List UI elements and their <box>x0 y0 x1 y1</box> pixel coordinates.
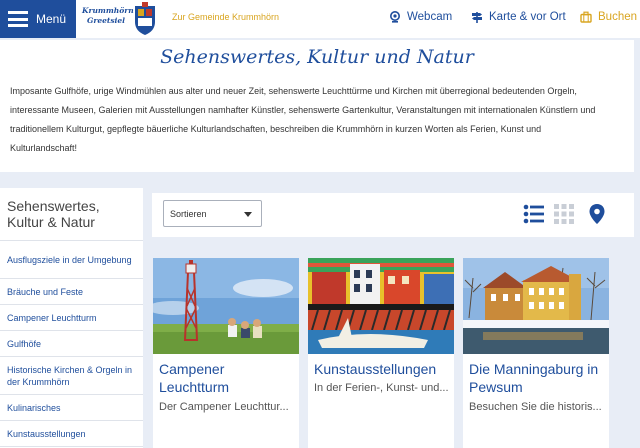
sidebar-item-kirchen-orgeln[interactable]: Historische Kirchen & Orgeln in der Krum… <box>0 357 143 395</box>
intro-section: Sehenswertes, Kultur und Natur Imposante… <box>0 40 634 172</box>
sidebar-title: Sehenswertes, Kultur & Natur <box>0 188 143 241</box>
menu-label: Menü <box>36 12 67 26</box>
card-teaser: Der Campener Leuchttur... <box>159 401 289 413</box>
sidebar-item-braeuche[interactable]: Bräuche und Feste <box>0 279 143 305</box>
nav-map-label: Karte & vor Ort <box>489 11 566 23</box>
card-title: Die Manningaburg in Pewsum <box>469 361 599 395</box>
list-view-icon[interactable] <box>523 203 545 225</box>
suitcase-icon <box>580 11 592 23</box>
card-kunstausstellungen[interactable]: Kunstausstellungen In der Ferien-, Kunst… <box>308 258 454 448</box>
page-title: Sehenswertes, Kultur und Natur <box>160 46 474 68</box>
hamburger-icon <box>8 11 28 27</box>
lighthouse-image <box>153 258 299 354</box>
nav-booking[interactable]: Buchen <box>580 11 637 23</box>
top-bar: Menü Krummhörn Greetsiel Zur Gemeinde Kr… <box>0 0 640 38</box>
menu-button[interactable]: Menü <box>0 0 76 38</box>
chevron-down-icon <box>244 212 252 217</box>
sidebar-item-gulfhoefe[interactable]: Gulfhöfe <box>0 331 143 357</box>
card-title: Campener Leuchtturm <box>159 361 230 395</box>
site-logo[interactable]: Krummhörn Greetsiel <box>82 1 160 37</box>
crest-icon <box>135 2 155 35</box>
sidebar: Sehenswertes, Kultur & Natur Ausflugszie… <box>0 188 143 448</box>
card-manningaburg[interactable]: Die Manningaburg in Pewsum Besuchen Sie … <box>463 258 609 448</box>
nav-map[interactable]: Karte & vor Ort <box>471 11 566 23</box>
grid-view-icon[interactable] <box>553 203 575 225</box>
signpost-icon <box>472 12 482 23</box>
webcam-icon <box>390 11 400 23</box>
card-title: Kunstausstellungen <box>314 361 437 377</box>
nav-webcam[interactable]: Webcam <box>389 11 452 23</box>
sort-dropdown-value: Sortieren <box>170 208 207 219</box>
art-painting-image <box>308 258 454 354</box>
logo-wordmark: Krummhörn Greetsiel <box>82 6 134 25</box>
sidebar-item-kunstausstellungen[interactable]: Kunstausstellungen <box>0 421 143 447</box>
nav-webcam-label: Webcam <box>407 11 453 23</box>
sidebar-item-ausflugsziele[interactable]: Ausflugsziele in der Umgebung <box>0 241 143 279</box>
sort-dropdown[interactable]: Sortieren <box>163 200 262 227</box>
castle-image <box>463 258 609 354</box>
sidebar-item-campener-leuchtturm[interactable]: Campener Leuchtturm <box>0 305 143 331</box>
results-toolbar: Sortieren <box>152 193 634 237</box>
card-teaser: Besuchen Sie die historis... <box>469 401 602 413</box>
intro-text: Imposante Gulfhöfe, urige Windmühlen aus… <box>10 86 596 153</box>
nav-booking-label: Buchen <box>598 11 638 23</box>
sidebar-item-kulinarisches[interactable]: Kulinarisches <box>0 395 143 421</box>
municipality-link[interactable]: Zur Gemeinde Krummhörn <box>172 12 279 22</box>
map-pin-icon[interactable] <box>586 203 608 225</box>
card-campener-leuchtturm[interactable]: Campener Leuchtturm Der Campener Leuchtt… <box>153 258 299 448</box>
card-teaser: In der Ferien-, Kunst- und... <box>314 382 449 394</box>
